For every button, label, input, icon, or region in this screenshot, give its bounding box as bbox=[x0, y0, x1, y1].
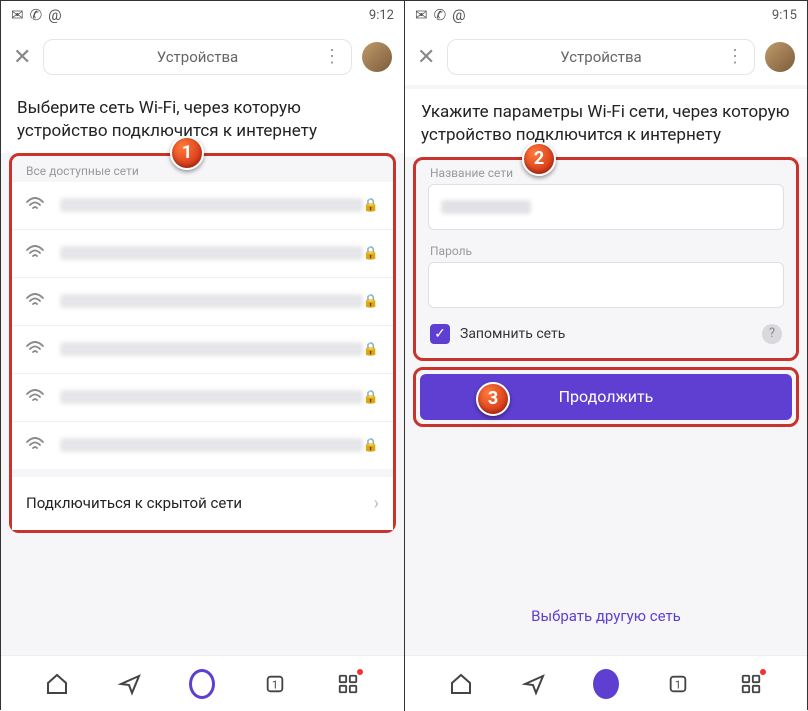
network-name-label: Название сети bbox=[416, 160, 796, 184]
network-name-blurred bbox=[60, 342, 363, 356]
notification-dot bbox=[357, 669, 363, 675]
annotation-badge-2: 2 bbox=[522, 142, 556, 176]
tabs-icon[interactable]: 1 bbox=[665, 671, 691, 697]
page-heading: Укажите параметры Wi-Fi сети, через кото… bbox=[405, 89, 807, 157]
lock-icon: 🔒 bbox=[363, 294, 379, 309]
continue-label: Продолжить bbox=[559, 387, 654, 406]
screen-right: ✉ ✆ @ 9:15 ✕ Устройства ⋮ Укажите параме… bbox=[404, 1, 807, 711]
whatsapp-icon: ✆ bbox=[434, 6, 447, 24]
network-item[interactable]: 🔒 bbox=[12, 278, 393, 326]
lock-icon: 🔒 bbox=[363, 198, 379, 213]
alice-icon[interactable] bbox=[189, 671, 215, 697]
page-heading: Выберите сеть Wi-Fi, через которую устро… bbox=[1, 85, 404, 153]
alice-icon[interactable] bbox=[593, 671, 619, 697]
network-item[interactable]: 🔒 bbox=[12, 230, 393, 278]
more-icon[interactable]: ⋮ bbox=[726, 48, 744, 66]
apps-icon[interactable] bbox=[738, 671, 764, 697]
home-icon[interactable] bbox=[44, 671, 70, 697]
network-item[interactable]: 🔒 bbox=[12, 182, 393, 230]
form-highlight: 2 Название сети Пароль ✓ Запомнить сеть … bbox=[413, 157, 799, 361]
status-icons-left: ✉ ✆ @ bbox=[415, 6, 466, 24]
continue-highlight: 3 Продолжить bbox=[413, 367, 799, 427]
help-icon[interactable]: ? bbox=[762, 324, 782, 344]
home-icon[interactable] bbox=[448, 671, 474, 697]
status-time: 9:15 bbox=[772, 8, 797, 23]
lock-icon: 🔒 bbox=[363, 246, 379, 261]
screen-left: ✉ ✆ @ 9:12 ✕ Устройства ⋮ Выберите сеть … bbox=[1, 1, 404, 711]
chevron-right-icon: › bbox=[374, 493, 379, 514]
annotation-badge-1: 1 bbox=[170, 136, 204, 170]
close-icon[interactable]: ✕ bbox=[13, 45, 33, 70]
hidden-network-label: Подключиться к скрытой сети bbox=[26, 494, 242, 512]
avatar[interactable] bbox=[362, 42, 392, 72]
lock-icon: 🔒 bbox=[363, 438, 379, 453]
connect-hidden-network[interactable]: Подключиться к скрытой сети › bbox=[12, 477, 393, 530]
network-name-blurred bbox=[60, 294, 363, 308]
close-icon[interactable]: ✕ bbox=[417, 45, 437, 70]
network-item[interactable]: 🔒 bbox=[12, 326, 393, 374]
avatar[interactable] bbox=[765, 42, 795, 72]
svg-text:1: 1 bbox=[675, 678, 681, 691]
status-bar: ✉ ✆ @ 9:15 bbox=[405, 1, 807, 29]
navbar-title: Устройства bbox=[157, 48, 238, 66]
tabs-icon[interactable]: 1 bbox=[262, 671, 288, 697]
status-icons-left: ✉ ✆ @ bbox=[11, 6, 62, 24]
content: Укажите параметры Wi-Fi сети, через кото… bbox=[405, 85, 807, 655]
navbar-title-pill[interactable]: Устройства ⋮ bbox=[43, 39, 352, 75]
send-icon[interactable] bbox=[521, 671, 547, 697]
wifi-icon bbox=[26, 292, 46, 311]
content: Выберите сеть Wi-Fi, через которую устро… bbox=[1, 85, 404, 655]
network-item[interactable]: 🔒 bbox=[12, 374, 393, 422]
bottom-bar: 1 bbox=[405, 655, 807, 711]
at-icon: @ bbox=[48, 6, 61, 24]
navbar: ✕ Устройства ⋮ bbox=[405, 29, 807, 85]
navbar-title-pill[interactable]: Устройства ⋮ bbox=[447, 39, 755, 75]
navbar: ✕ Устройства ⋮ bbox=[1, 29, 404, 85]
remember-label: Запомнить сеть bbox=[460, 326, 565, 342]
network-name-input[interactable] bbox=[428, 184, 784, 230]
svg-text:1: 1 bbox=[272, 678, 278, 691]
choose-other-network[interactable]: Выбрать другую сеть bbox=[405, 607, 807, 655]
wifi-icon bbox=[26, 388, 46, 407]
networks-highlight: 1 Все доступные сети 🔒 🔒 bbox=[9, 153, 396, 533]
mail-icon: ✉ bbox=[11, 6, 24, 24]
network-name-blurred bbox=[60, 438, 363, 452]
network-name-value-blurred bbox=[441, 200, 531, 214]
network-list: 🔒 🔒 🔒 bbox=[12, 182, 393, 469]
annotation-badge-3: 3 bbox=[476, 382, 510, 416]
send-icon[interactable] bbox=[117, 671, 143, 697]
password-input[interactable] bbox=[428, 262, 784, 308]
wifi-icon bbox=[26, 244, 46, 263]
other-network-label: Выбрать другую сеть bbox=[531, 607, 681, 625]
network-name-blurred bbox=[60, 198, 363, 212]
remember-checkbox[interactable]: ✓ bbox=[430, 324, 450, 344]
more-icon[interactable]: ⋮ bbox=[323, 48, 341, 66]
wifi-icon bbox=[26, 340, 46, 359]
whatsapp-icon: ✆ bbox=[30, 6, 43, 24]
status-bar: ✉ ✆ @ 9:12 bbox=[1, 1, 404, 29]
apps-icon[interactable] bbox=[335, 671, 361, 697]
mail-icon: ✉ bbox=[415, 6, 428, 24]
password-label: Пароль bbox=[416, 238, 796, 262]
network-name-blurred bbox=[60, 390, 363, 404]
bottom-bar: 1 bbox=[1, 655, 404, 711]
remember-row: ✓ Запомнить сеть ? bbox=[416, 316, 796, 354]
notification-dot bbox=[760, 669, 766, 675]
navbar-title: Устройства bbox=[560, 48, 641, 66]
wifi-icon bbox=[26, 196, 46, 215]
network-item[interactable]: 🔒 bbox=[12, 422, 393, 469]
status-time: 9:12 bbox=[369, 8, 394, 23]
lock-icon: 🔒 bbox=[363, 342, 379, 357]
at-icon: @ bbox=[452, 6, 465, 24]
wifi-icon bbox=[26, 436, 46, 455]
lock-icon: 🔒 bbox=[363, 390, 379, 405]
network-name-blurred bbox=[60, 246, 363, 260]
